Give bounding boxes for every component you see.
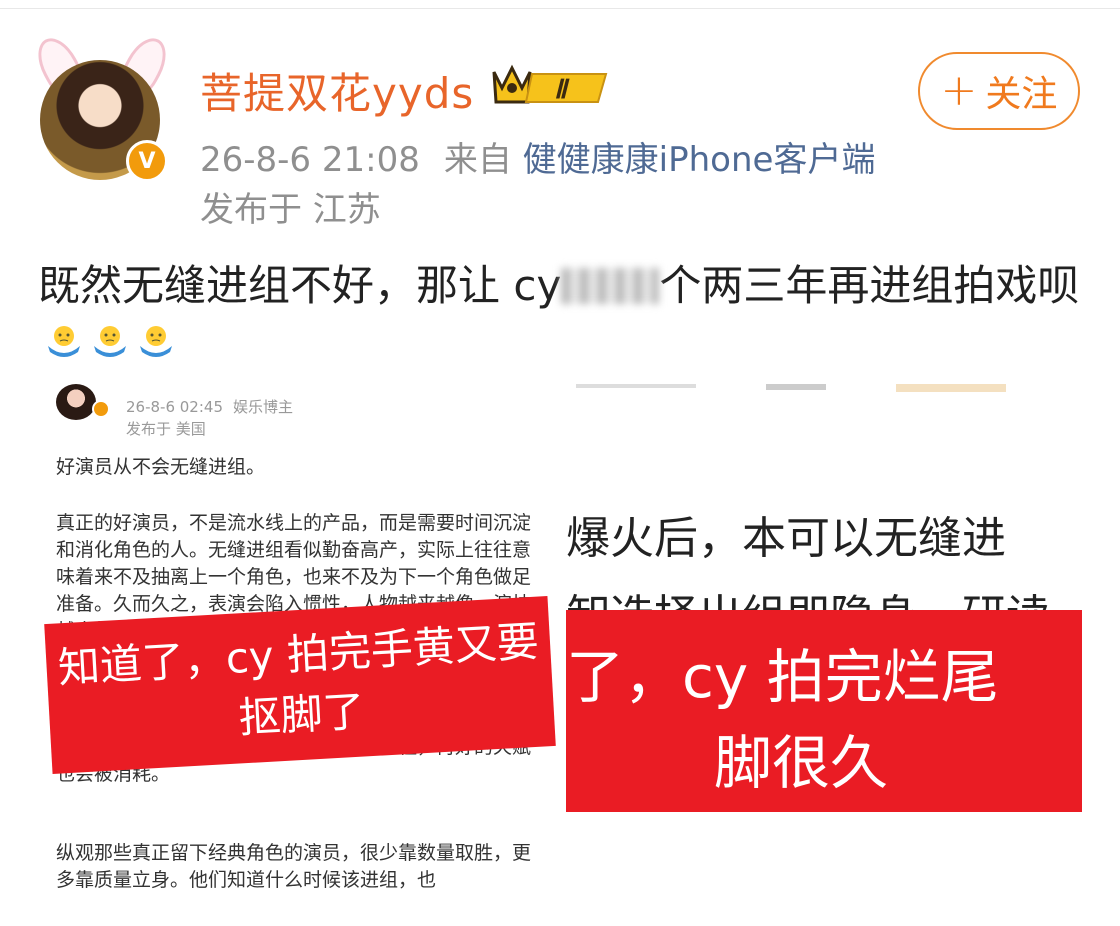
shrug-emoji-icon [94, 326, 126, 357]
source-prefix: 来自 [443, 140, 512, 180]
vip-crown-icon: Ⅱ [492, 64, 608, 104]
red-caption-banner-right: 了，cy 拍完烂尾 脚很久 [566, 610, 1082, 812]
banner-line: 知道了，cy 拍完手黄又要 [56, 616, 540, 693]
verified-v-icon: V [126, 140, 168, 182]
banner-line: 脚很久 [714, 729, 889, 797]
right-image-text: 爆火后，本可以无缝进 [566, 513, 1006, 564]
follow-button-label: 关注 [985, 74, 1058, 115]
cropped-ui-fragment [576, 384, 1006, 392]
embedded-avatar [56, 384, 96, 420]
embedded-user-tag: 娱乐博主 [233, 398, 294, 416]
avatar-frame[interactable]: V [29, 31, 175, 186]
embedded-verified-icon [92, 400, 110, 418]
post-source-link[interactable]: 健健康康iPhone客户端 [523, 140, 876, 180]
banner-line: 了，cy 拍完烂尾 [566, 643, 999, 711]
username[interactable]: 菩提双花yyds [200, 60, 474, 121]
embedded-timestamp: 26-8-6 02:45 [126, 398, 223, 416]
red-caption-banner-left: 知道了，cy 拍完手黄又要 抠脚了 [44, 596, 556, 774]
post-text: 既然无缝进组不好，那让 cy 个两三年再进组拍戏呗 [38, 258, 1098, 370]
post-text-part1: 既然无缝进组不好，那让 cy [38, 261, 562, 310]
top-divider [0, 8, 1120, 9]
embedded-paragraph: 好演员从不会无缝进组。 [56, 456, 266, 478]
shrug-emoji-icon [140, 326, 172, 357]
embedded-location: 发布于 美国 [126, 420, 206, 438]
post-meta: 26-8-6 21:08 来自 健健康康iPhone客户端 [200, 132, 875, 181]
post-text-part2: 个两三年再进组拍戏呗 [659, 261, 1080, 310]
embedded-paragraph: 纵观那些真正留下经典角色的演员，很少靠数量取胜，更多靠质量立身。他们知道什么时候… [56, 842, 532, 891]
banner-line: 抠脚了 [237, 686, 366, 743]
embedded-meta: 26-8-6 02:45 娱乐博主 [126, 396, 293, 417]
follow-button[interactable]: + 关注 [918, 52, 1080, 130]
plus-icon: + [940, 65, 978, 116]
post-timestamp: 26-8-6 21:08 [200, 140, 420, 180]
post-location: 发布于 江苏 [200, 190, 381, 230]
shrug-emoji-icon [48, 326, 80, 357]
blurred-text [561, 268, 660, 304]
